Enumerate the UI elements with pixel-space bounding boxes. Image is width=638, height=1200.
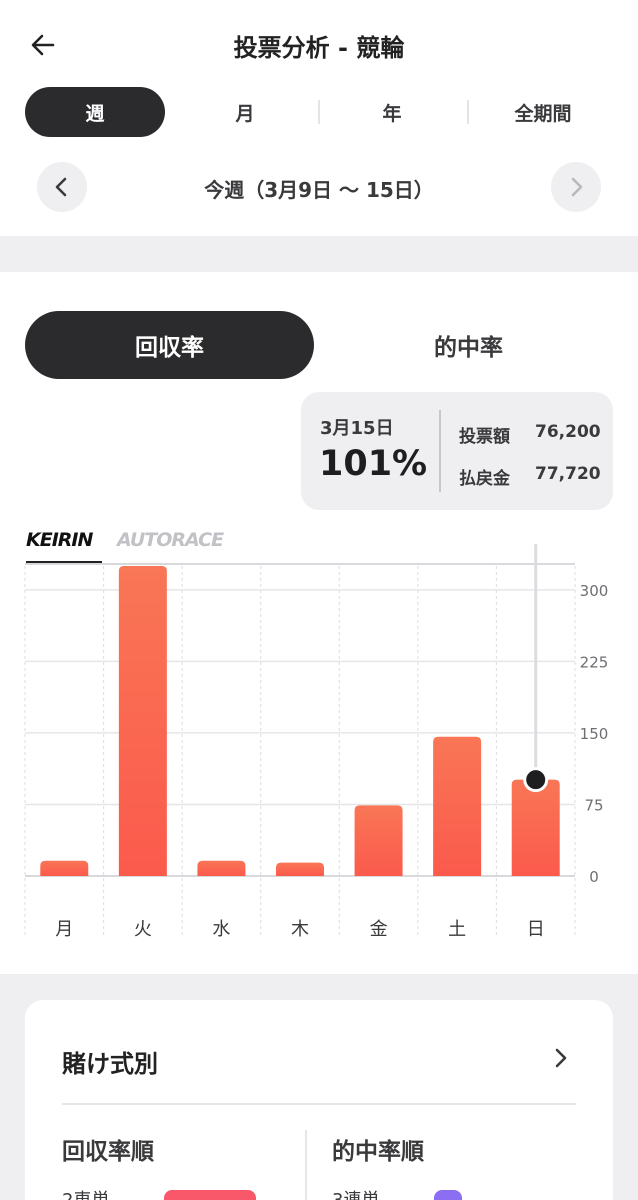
chart-bar	[118, 566, 167, 876]
x-tick-label: 木	[291, 919, 309, 940]
divider	[62, 1103, 576, 1105]
chart-bar	[197, 860, 246, 876]
x-tick-label: 月	[55, 919, 73, 940]
metric-tabs: 回収率 的中率	[25, 311, 613, 379]
period-tabs: 週 月 年 全期間	[25, 87, 613, 137]
chart-bar	[511, 779, 560, 876]
hit-rate-order-title: 的中率順	[332, 1139, 424, 1165]
tooltip-date: 3月15日	[320, 418, 394, 439]
week-navigator: 今週（3月9日 〜 15日）	[37, 162, 601, 212]
chart-tooltip: 3月15日 101% 投票額 76,200 払戻金 77,720	[301, 392, 613, 510]
tab-week[interactable]: 週	[25, 87, 165, 137]
chart-bar	[276, 862, 324, 876]
x-tick-label: 金	[370, 919, 388, 940]
tooltip-rate: 101%	[319, 444, 428, 484]
tab-hit-rate[interactable]: 的中率	[324, 311, 613, 379]
chevron-right-icon[interactable]	[551, 1044, 571, 1072]
page-title: 投票分析 - 競輪	[233, 34, 405, 62]
recovery-rate-chart: 0 75 150 225 300 月 火 水 木 金 土 日	[24, 544, 609, 940]
y-tick-label: 75	[584, 796, 603, 814]
y-tick-label: 300	[580, 582, 609, 600]
top-section: 投票分析 - 競輪 週 月 年 全期間 今週（3月9日 〜 15日）	[0, 0, 638, 236]
recovery-rate-order-title: 回収率順	[62, 1139, 154, 1165]
x-tick-label: 水	[212, 919, 230, 940]
column-divider	[305, 1130, 307, 1200]
x-tick-label: 火	[134, 919, 152, 940]
tooltip-value: 76,200	[535, 422, 601, 442]
bet-type-card[interactable]: 賭け式別 回収率順 的中率順 2車単 3連単	[25, 1000, 613, 1200]
tab-separator	[318, 100, 320, 124]
y-tick-label: 150	[580, 725, 609, 743]
tooltip-label: 払戻金	[459, 469, 510, 489]
tooltip-label: 投票額	[459, 427, 510, 447]
y-tick-label: 225	[580, 653, 609, 671]
tab-recovery-rate[interactable]: 回収率	[25, 311, 314, 379]
tab-month[interactable]: 月	[175, 87, 315, 137]
x-tick-label: 日	[527, 919, 545, 940]
chart-bar	[433, 736, 482, 876]
analysis-panel: 回収率 的中率 3月15日 101% 投票額 76,200 払戻金 77,720…	[0, 272, 638, 974]
tab-year[interactable]: 年	[322, 87, 462, 137]
bet-type-label: 3連単	[332, 1186, 379, 1200]
tooltip-payout: 払戻金 77,720	[459, 464, 601, 489]
y-tick-label: 0	[589, 868, 599, 886]
bet-type-title: 賭け式別	[62, 1050, 158, 1078]
prev-week-button[interactable]	[37, 162, 87, 212]
tooltip-value: 77,720	[535, 464, 601, 484]
chevron-left-icon	[55, 177, 67, 197]
chart-bar	[354, 805, 403, 876]
next-week-button[interactable]	[551, 162, 601, 212]
tab-all-time[interactable]: 全期間	[473, 87, 613, 137]
tab-separator	[467, 100, 469, 124]
highlight-marker	[523, 767, 549, 793]
bet-type-bar	[164, 1190, 256, 1200]
bet-type-bar	[434, 1190, 462, 1200]
week-range-label: 今週（3月9日 〜 15日）	[204, 178, 434, 202]
chevron-right-icon	[571, 177, 583, 197]
bet-type-label: 2車単	[62, 1186, 109, 1200]
x-tick-label: 土	[448, 919, 466, 940]
chart-bar	[40, 860, 89, 876]
tooltip-bet-amount: 投票額 76,200	[459, 422, 601, 447]
tooltip-divider	[439, 410, 441, 492]
